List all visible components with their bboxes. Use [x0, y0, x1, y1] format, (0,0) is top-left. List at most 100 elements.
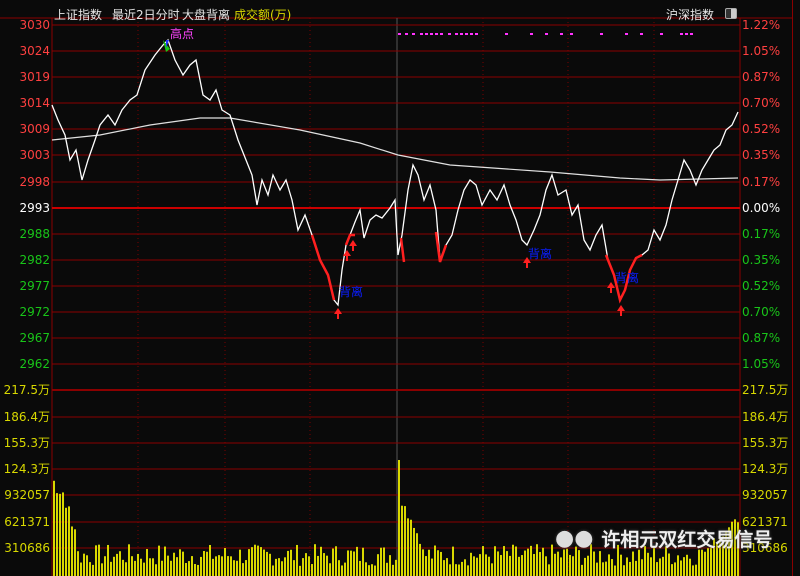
volume-bar — [80, 562, 82, 576]
volume-bar — [65, 507, 67, 576]
volume-bar — [179, 549, 181, 576]
percent-tick: 0.70% — [742, 96, 781, 110]
volume-bar — [395, 559, 397, 576]
volume-tick: 155.3万 — [742, 436, 789, 450]
volume-bar — [134, 560, 136, 576]
signal-dot — [420, 33, 423, 35]
signal-dot — [690, 33, 693, 35]
volume-bar — [173, 552, 175, 576]
volume-bar — [320, 546, 322, 576]
volume-bar — [539, 552, 541, 576]
volume-bar — [686, 554, 688, 576]
volume-tick: 310686 — [4, 541, 50, 555]
volume-bar — [635, 560, 637, 576]
volume-bar — [437, 550, 439, 576]
volume-bar — [476, 557, 478, 576]
volume-bar — [632, 551, 634, 576]
volume-bar — [227, 556, 229, 576]
volume-bar — [611, 559, 613, 576]
volume-bar — [488, 556, 490, 576]
volume-bar — [524, 550, 526, 576]
volume-bar — [623, 565, 625, 576]
price-tick: 2962 — [19, 357, 50, 371]
volume-bar — [278, 558, 280, 576]
volume-bar — [542, 547, 544, 576]
percent-tick: 0.17% — [742, 175, 781, 189]
volume-bar — [185, 563, 187, 576]
percent-tick: 1.05% — [742, 357, 781, 371]
price-tick: 2982 — [19, 253, 50, 267]
volume-bar — [428, 549, 430, 576]
volume-bar — [641, 559, 643, 576]
volume-bar — [455, 564, 457, 576]
signal-dot — [545, 33, 548, 35]
volume-bar — [707, 548, 709, 576]
volume-bar — [374, 565, 376, 576]
percent-tick: 0.87% — [742, 331, 781, 345]
volume-bar — [461, 561, 463, 576]
signal-dot — [530, 33, 533, 35]
volume-bar — [269, 553, 271, 576]
volume-bar — [521, 555, 523, 576]
compare-index-button[interactable]: 沪深指数 — [666, 6, 714, 23]
volume-tick: 621371 — [4, 515, 50, 529]
volume-bar — [332, 548, 334, 576]
volume-bar — [560, 557, 562, 576]
volume-bar — [74, 529, 76, 576]
volume-bar — [128, 544, 130, 576]
volume-bar — [371, 564, 373, 576]
volume-bar — [122, 559, 124, 576]
volume-bar — [341, 565, 343, 576]
signal-dot — [625, 33, 628, 35]
signal-dot — [435, 33, 438, 35]
volume-bar — [608, 554, 610, 576]
signal-dot — [600, 33, 603, 35]
volume-bar — [62, 492, 64, 576]
percent-tick: 0.52% — [742, 279, 781, 293]
volume-bar — [449, 564, 451, 576]
volume-bar — [314, 544, 316, 576]
volume-bar — [188, 561, 190, 576]
volume-bar — [596, 562, 598, 576]
volume-bar — [668, 553, 670, 576]
volume-bar — [422, 549, 424, 576]
volume-bar — [113, 556, 115, 576]
volume-tick: 932057 — [4, 488, 50, 502]
volume-bar — [284, 557, 286, 576]
volume-bar — [527, 548, 529, 576]
percent-tick: 0.00% — [742, 201, 781, 215]
signal-dots — [398, 33, 693, 35]
volume-bar — [695, 564, 697, 576]
volume-bar — [254, 544, 256, 576]
volume-bar — [458, 564, 460, 576]
volume-bar — [689, 558, 691, 576]
volume-bar — [551, 544, 553, 576]
volume-bar — [704, 551, 706, 576]
volume-bar — [215, 556, 217, 576]
signal-dot — [448, 33, 451, 35]
volume-bar — [593, 551, 595, 576]
signal-dot — [560, 33, 563, 35]
signal-dot — [405, 33, 408, 35]
volume-label: 成交额(万) — [234, 8, 292, 22]
volume-bar — [209, 544, 211, 576]
volume-bar — [503, 546, 505, 576]
volume-bar — [509, 555, 511, 576]
index-name[interactable]: 上证指数 — [54, 6, 102, 23]
up-arrow-icon — [352, 245, 354, 251]
volume-bar — [545, 556, 547, 576]
volume-bar — [299, 565, 301, 576]
price-tick: 3024 — [19, 44, 50, 58]
volume-bar — [344, 562, 346, 576]
side-panel-edge[interactable] — [792, 0, 800, 576]
volume-bar — [203, 551, 205, 576]
signal-dot — [398, 33, 401, 35]
volume-bar — [692, 565, 694, 576]
grid-lines — [0, 17, 792, 576]
price-tick: 2977 — [19, 279, 50, 293]
volume-bar — [647, 552, 649, 576]
toggle-panel-icon[interactable] — [725, 8, 737, 19]
volume-bar — [98, 544, 100, 576]
volume-bar — [104, 556, 106, 576]
volume-bar — [557, 551, 559, 576]
